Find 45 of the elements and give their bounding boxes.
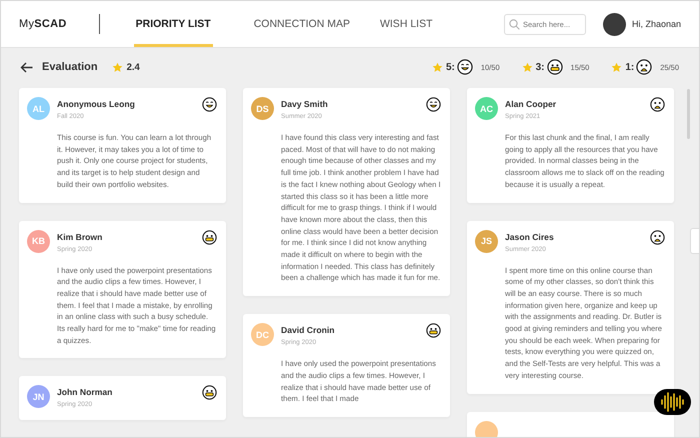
nav-tab[interactable]: PRIORITY LIST bbox=[134, 1, 213, 47]
happy-face-icon bbox=[426, 97, 441, 112]
brand-logo[interactable]: MySCAD bbox=[19, 18, 67, 30]
reviewer-name: John Norman bbox=[57, 387, 114, 398]
meh-face-icon bbox=[202, 230, 217, 245]
average-rating: 2.4 bbox=[126, 62, 140, 72]
scrollbar-thumb[interactable] bbox=[687, 89, 690, 139]
reviewer-name: Alan Cooper bbox=[505, 99, 558, 109]
initials-avatar: AL bbox=[27, 97, 50, 120]
initials-avatar: JS bbox=[475, 230, 498, 253]
star-level: 1: bbox=[625, 62, 634, 72]
reviewer-name: Kim Brown bbox=[57, 232, 104, 242]
sound-wave-icon bbox=[660, 392, 686, 412]
sad-face-icon bbox=[650, 97, 665, 112]
nav-tab[interactable]: CONNECTION MAP bbox=[238, 1, 365, 47]
back-arrow-icon[interactable] bbox=[20, 62, 33, 72]
star-icon bbox=[522, 62, 533, 72]
initials-avatar: DS bbox=[251, 97, 274, 120]
meh-face-icon bbox=[426, 323, 441, 338]
star-icon bbox=[611, 62, 622, 72]
sad-face-icon bbox=[650, 230, 665, 245]
initials-avatar: DC bbox=[251, 323, 274, 346]
star-icon bbox=[112, 62, 123, 72]
reviewer-name: David Cronin bbox=[281, 325, 336, 336]
page-title: Evaluation bbox=[42, 61, 98, 73]
search-icon bbox=[508, 18, 520, 30]
meh-face-icon bbox=[546, 59, 563, 75]
user-greeting: Hi, Zhaonan bbox=[632, 19, 681, 29]
reviewer-name: Jason Cires bbox=[505, 232, 555, 242]
reviewer-name: Anonymous Leong bbox=[57, 99, 136, 109]
voice-button[interactable] bbox=[654, 389, 691, 415]
nav-tab[interactable]: WISH LIST bbox=[364, 1, 448, 47]
initials-avatar: JN bbox=[27, 385, 50, 408]
reviewer-name: Davy Smith bbox=[281, 99, 329, 109]
star-level: 3: bbox=[536, 62, 545, 72]
sad-face-icon bbox=[636, 59, 652, 75]
star-icon bbox=[432, 62, 443, 72]
meh-face-icon bbox=[202, 385, 217, 400]
star-level: 5: bbox=[446, 62, 455, 72]
initials-avatar: KB bbox=[27, 230, 50, 253]
drag-handle[interactable] bbox=[690, 228, 699, 254]
initials-avatar: AC bbox=[475, 97, 498, 120]
happy-face-icon bbox=[456, 59, 473, 75]
happy-face-icon bbox=[202, 97, 217, 112]
avatar-photo-placeholder[interactable] bbox=[602, 12, 626, 36]
